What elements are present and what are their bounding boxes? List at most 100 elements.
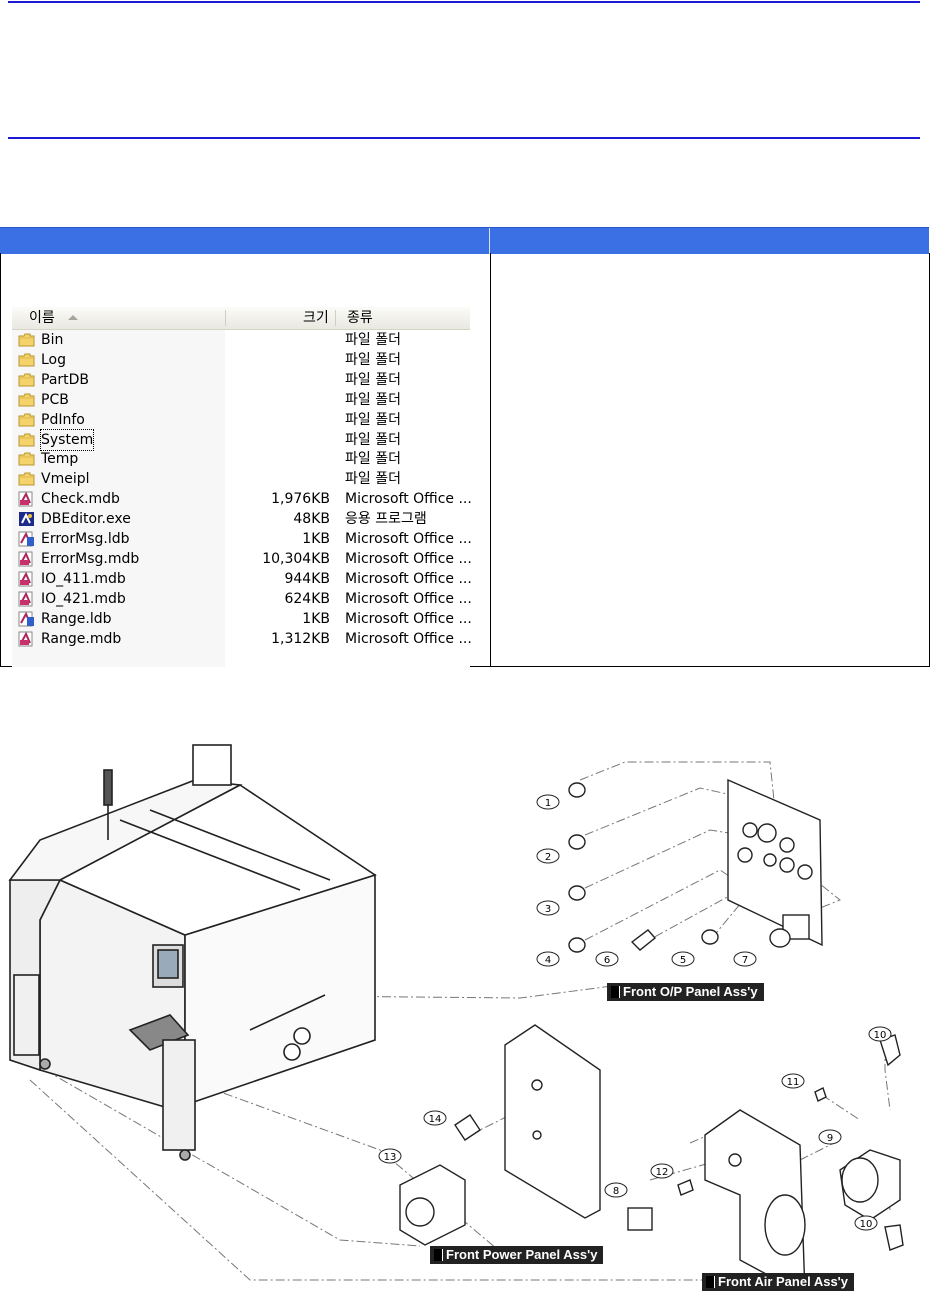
explorer-header: 이름 크기 종류 <box>12 307 470 330</box>
file-type: 파일 폴더 <box>345 351 401 368</box>
table-cell-right <box>489 253 930 667</box>
file-name: PdInfo <box>41 411 85 428</box>
file-type: 파일 폴더 <box>345 471 401 488</box>
file-size: 1KB <box>302 610 330 627</box>
folder-icon <box>18 432 35 448</box>
folder-icon <box>18 392 35 408</box>
exploded-assembly-diagram: 1 2 3 4 5 6 7 8 9 10 10 11 12 13 14 <box>8 744 904 1291</box>
access-db-icon <box>18 551 35 567</box>
file-name: ErrorMsg.mdb <box>41 550 140 567</box>
front-power-panel-label: Front Power Panel Ass'y <box>430 1246 604 1264</box>
folder-icon <box>18 471 35 487</box>
folder-icon <box>18 451 35 467</box>
callout-10-bottom: 10 <box>860 1219 873 1230</box>
callout-3: 3 <box>545 904 551 915</box>
front-air-panel-label: Front Air Panel Ass'y <box>702 1273 854 1291</box>
file-type: Microsoft Office ... <box>345 491 472 508</box>
callout-4: 4 <box>545 955 551 966</box>
callout-6: 6 <box>604 955 610 966</box>
column-header-type[interactable]: 종류 <box>347 309 373 327</box>
power-panel-parts <box>399 1114 481 1246</box>
file-row[interactable]: PCB 파일 폴더 <box>12 390 470 410</box>
file-type: 파일 폴더 <box>345 431 401 448</box>
sort-ascending-icon <box>68 315 78 320</box>
file-type: Microsoft Office ... <box>345 630 472 647</box>
access-db-icon <box>18 631 35 647</box>
callout-8: 8 <box>613 1186 619 1197</box>
file-size: 10,304KB <box>262 550 330 567</box>
file-row[interactable]: ErrorMsg.mdb 10,304KB Microsoft Office ... <box>12 549 472 569</box>
folder-icon <box>18 372 35 388</box>
callout-1: 1 <box>545 798 551 809</box>
file-name: IO_421.mdb <box>41 590 126 607</box>
file-name: ErrorMsg.ldb <box>41 531 130 547</box>
file-type: Microsoft Office ... <box>345 610 472 627</box>
file-type: Microsoft Office ... <box>345 531 472 547</box>
file-name: Bin <box>41 332 64 348</box>
file-row[interactable]: Bin 파일 폴더 <box>12 330 470 350</box>
table-header <box>0 227 929 254</box>
file-name: System <box>39 428 95 451</box>
machine-illustration <box>8 744 377 1161</box>
file-row[interactable]: Log 파일 폴더 <box>12 350 470 370</box>
callout-12: 12 <box>656 1167 669 1178</box>
file-name: Temp <box>41 451 79 468</box>
folder-icon <box>18 332 35 348</box>
file-row[interactable]: Range.mdb 1,312KB Microsoft Office ... <box>12 629 472 649</box>
file-size: 48KB <box>293 511 330 528</box>
file-name: IO_411.mdb <box>41 570 126 587</box>
folder-icon <box>18 412 35 428</box>
file-type: 파일 폴더 <box>345 332 401 348</box>
access-lock-icon <box>18 531 35 547</box>
file-type: 파일 폴더 <box>345 371 401 388</box>
file-type: Microsoft Office ... <box>345 570 472 587</box>
callout-7: 7 <box>742 955 748 966</box>
file-row[interactable]: IO_411.mdb 944KB Microsoft Office ... <box>12 569 472 589</box>
column-header-size[interactable]: 크기 <box>303 309 329 327</box>
file-row[interactable]: ErrorMsg.ldb 1KB Microsoft Office ... <box>12 529 472 549</box>
table-cell-left: 이름 크기 종류 Bin 파일 폴더 Log 파일 폴더 PartDB 파일 폴더 PCB 파… <box>0 253 491 667</box>
file-type: 응용 프로그램 <box>345 511 427 528</box>
folder-icon <box>18 352 35 368</box>
access-db-icon <box>18 571 35 587</box>
column-header-name[interactable]: 이름 <box>29 309 55 327</box>
callout-11: 11 <box>787 1077 800 1088</box>
front-op-panel-label: Front O/P Panel Ass'y <box>607 983 764 1001</box>
section-rule <box>8 137 920 139</box>
file-row[interactable]: Range.ldb 1KB Microsoft Office ... <box>12 609 472 629</box>
callout-9: 9 <box>827 1133 833 1144</box>
callout-10-top: 10 <box>874 1030 887 1041</box>
file-type: 파일 폴더 <box>345 451 401 468</box>
file-table: 이름 크기 종류 Bin 파일 폴더 Log 파일 폴더 PartDB 파일 폴더 PCB 파… <box>0 227 930 667</box>
file-name: Log <box>41 351 67 368</box>
file-size: 624KB <box>284 590 330 607</box>
file-type: 파일 폴더 <box>345 411 401 428</box>
file-name: DBEditor.exe <box>41 511 131 528</box>
file-row[interactable]: PdInfo 파일 폴더 <box>12 410 470 430</box>
access-lock-icon <box>18 611 35 627</box>
file-row[interactable]: System 파일 폴더 <box>12 428 470 451</box>
file-row[interactable]: IO_421.mdb 624KB Microsoft Office ... <box>12 589 472 609</box>
file-name: PCB <box>41 391 69 408</box>
application-icon <box>18 511 35 527</box>
file-row[interactable]: Check.mdb 1,976KB Microsoft Office ... <box>12 489 472 509</box>
file-row[interactable]: Temp 파일 폴더 <box>12 449 470 469</box>
front-air-panel-plate <box>704 1109 806 1291</box>
file-name: Vmeipl <box>41 471 90 488</box>
file-row[interactable]: PartDB 파일 폴더 <box>12 370 470 390</box>
file-row[interactable]: DBEditor.exe 48KB 응용 프로그램 <box>12 509 470 529</box>
file-name: Range.mdb <box>41 630 122 647</box>
callout-13: 13 <box>384 1152 397 1163</box>
file-type: 파일 폴더 <box>345 391 401 408</box>
front-power-panel-plate <box>504 1024 601 1219</box>
top-rule <box>8 1 920 3</box>
file-row[interactable]: Vmeipl 파일 폴더 <box>12 469 470 489</box>
file-size: 1,312KB <box>271 630 330 647</box>
callout-5: 5 <box>680 955 686 966</box>
access-db-icon <box>18 491 35 507</box>
file-type: Microsoft Office ... <box>345 550 472 567</box>
callout-2: 2 <box>545 852 551 863</box>
file-type: Microsoft Office ... <box>345 590 472 607</box>
file-explorer-list: 이름 크기 종류 Bin 파일 폴더 Log 파일 폴더 PartDB 파일 폴더 PCB 파… <box>12 307 472 667</box>
file-name: PartDB <box>41 371 90 388</box>
